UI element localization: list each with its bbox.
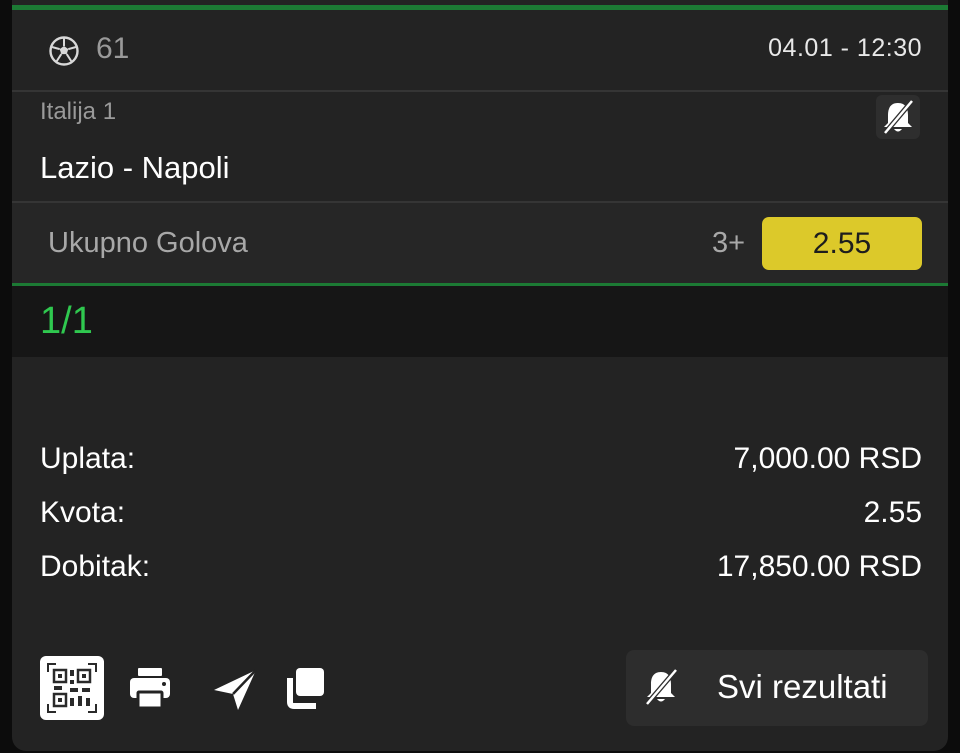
- market-selection: 3+: [712, 227, 746, 259]
- event-number: 61: [96, 32, 130, 65]
- bell-slash-icon: [645, 668, 678, 706]
- odds-value: 2.55: [863, 496, 922, 529]
- share-button[interactable]: [202, 656, 266, 720]
- bet-ticket-card: 61 04.01 - 12:30 Italija 1 Lazio - Napol…: [12, 0, 948, 751]
- printer-icon: [130, 668, 170, 710]
- summary-row-odds: Kvota: 2.55: [40, 496, 922, 550]
- summary-row-stake: Uplata: 7,000.00 RSD: [40, 442, 922, 496]
- all-results-label: Svi rezultati: [717, 668, 888, 705]
- stake-label: Uplata:: [40, 442, 136, 475]
- copy-icon: [287, 668, 324, 709]
- odds-label: Kvota:: [40, 496, 126, 529]
- ticket-count: 1/1: [40, 300, 93, 342]
- mute-notification-button[interactable]: [876, 95, 920, 139]
- ticket-summary: Uplata: 7,000.00 RSD Kvota: 2.55 Dobitak…: [40, 442, 922, 604]
- ticket-count-row: 1/1: [12, 286, 948, 357]
- send-icon: [214, 669, 257, 710]
- payout-label: Dobitak:: [40, 550, 151, 583]
- qr-code-icon: [47, 663, 97, 713]
- qr-code-button[interactable]: [40, 656, 104, 720]
- market-row: Ukupno Golova 3+ 2.55: [12, 203, 948, 283]
- market-name: Ukupno Golova: [48, 227, 248, 259]
- summary-row-payout: Dobitak: 17,850.00 RSD: [40, 550, 922, 604]
- odd-button[interactable]: 2.55: [762, 217, 922, 270]
- payout-value: 17,850.00 RSD: [716, 550, 922, 583]
- all-results-button[interactable]: Svi rezultati: [626, 650, 928, 726]
- soccer-ball-icon: [49, 36, 79, 66]
- copy-button[interactable]: [274, 656, 338, 720]
- stake-value: 7,000.00 RSD: [733, 442, 922, 475]
- bell-slash-icon: [883, 99, 914, 135]
- event-datetime: 04.01 - 12:30: [768, 34, 922, 62]
- league-name: Italija 1: [40, 98, 117, 125]
- match-name: Lazio - Napoli: [40, 150, 230, 185]
- event-header: 61 04.01 - 12:30: [12, 10, 948, 92]
- print-button[interactable]: [118, 656, 182, 720]
